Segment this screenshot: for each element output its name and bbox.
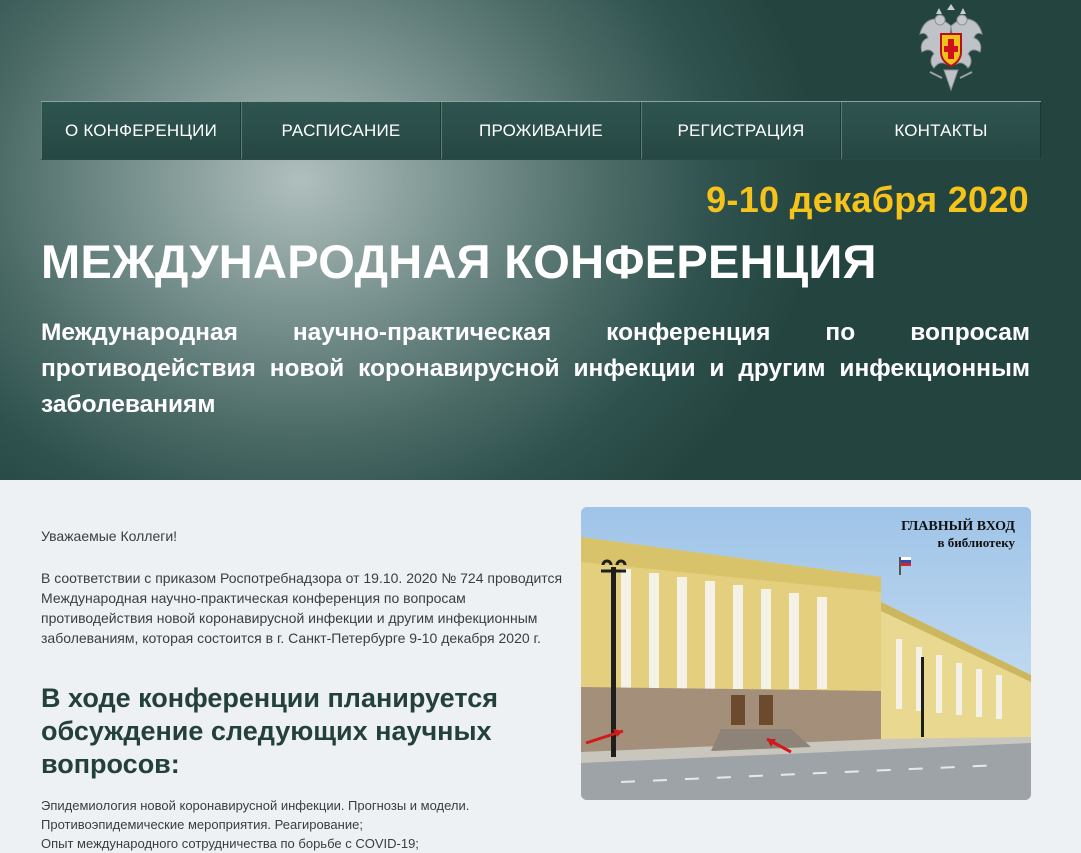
list-item: Противоэпидемические мероприятия. Реагир… — [41, 817, 363, 832]
page-subtitle: Международная научно-практическая конфер… — [41, 319, 1030, 418]
library-entrance-photo: ГЛАВНЫЙ ВХОД в библиотеку — [581, 507, 1031, 800]
nav-item-accommodation[interactable]: ПРОЖИВАНИЕ — [441, 102, 641, 159]
nav-item-about[interactable]: О КОНФЕРЕНЦИИ — [41, 102, 241, 159]
intro-paragraph: В соответствии с приказом Роспотребнадзо… — [41, 570, 563, 646]
nav-item-schedule[interactable]: РАСПИСАНИЕ — [241, 102, 441, 159]
main-nav: О КОНФЕРЕНЦИИ РАСПИСАНИЕ ПРОЖИВАНИЕ РЕГИ… — [41, 101, 1041, 160]
photo-caption: ГЛАВНЫЙ ВХОД в библиотеку — [901, 519, 1015, 551]
list-item: Опыт международного сотрудничества по бо… — [41, 836, 419, 851]
greeting-text: Уважаемые Коллеги! — [41, 528, 178, 544]
nav-item-contacts[interactable]: КОНТАКТЫ — [841, 102, 1041, 159]
page-title: МЕЖДУНАРОДНАЯ КОНФЕРЕНЦИЯ — [41, 235, 877, 288]
emblem-icon — [919, 4, 983, 92]
photo-caption-subtitle: в библиотеку — [937, 535, 1015, 550]
list-item: Эпидемиология новой коронавирусной инфек… — [41, 798, 470, 813]
nav-item-registration[interactable]: РЕГИСТРАЦИЯ — [641, 102, 841, 159]
hero-banner: О КОНФЕРЕНЦИИ РАСПИСАНИЕ ПРОЖИВАНИЕ РЕГИ… — [0, 0, 1081, 480]
conference-date: 9-10 декабря 2020 — [706, 179, 1029, 220]
photo-caption-title: ГЛАВНЫЙ ВХОД — [901, 519, 1015, 534]
topics-heading: В ходе конференции планируется обсуждени… — [41, 683, 498, 779]
topics-list: Эпидемиология новой коронавирусной инфек… — [41, 796, 581, 853]
